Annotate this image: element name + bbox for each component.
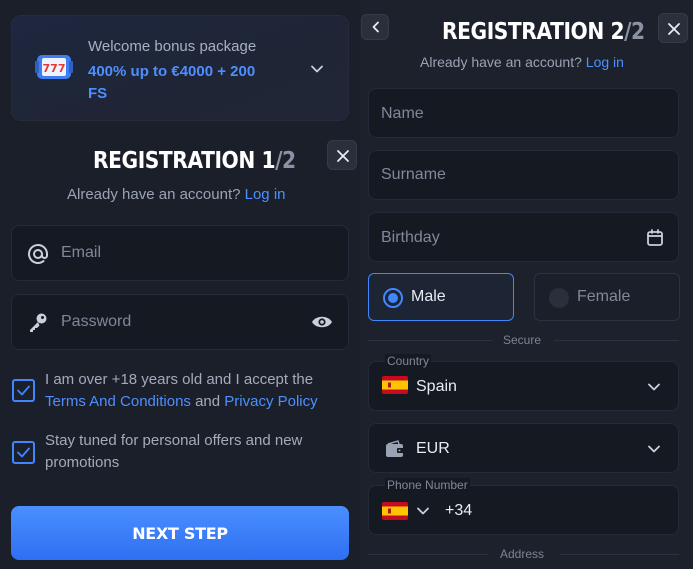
chevron-down-icon <box>647 380 661 394</box>
login-prompt-step-2: Already have an account? Log in <box>420 54 624 70</box>
birthday-field[interactable]: Birthday <box>368 212 679 262</box>
phone-code: +34 <box>445 502 473 519</box>
password-field[interactable]: Password <box>11 294 349 350</box>
bonus-amount: 400% up to €4000 + 200 FS <box>88 63 256 102</box>
gender-male-option[interactable]: Male <box>368 273 514 321</box>
close-icon <box>337 150 349 162</box>
login-link[interactable]: Log in <box>245 186 286 203</box>
divider-line <box>554 340 679 341</box>
email-placeholder: Email <box>61 244 102 261</box>
bonus-title: Welcome bonus package <box>88 38 257 55</box>
eye-icon[interactable] <box>311 313 333 331</box>
slot-777-icon: 777 <box>34 52 74 82</box>
phone-label: Phone Number <box>385 478 470 492</box>
spain-flag-icon <box>382 376 408 394</box>
age-terms-text: I am over +18 years old and I accept the… <box>45 369 350 413</box>
login-prompt-step-1: Already have an account? Log in <box>67 186 286 203</box>
email-field[interactable]: Email <box>11 225 349 281</box>
divider-line <box>368 554 488 555</box>
login-link[interactable]: Log in <box>586 54 624 70</box>
password-placeholder: Password <box>61 313 132 330</box>
step-total: 2 <box>631 19 645 45</box>
close-button-step-1[interactable] <box>327 140 357 170</box>
check-icon <box>17 447 30 458</box>
secure-divider-label: Secure <box>503 333 542 347</box>
spain-flag-icon[interactable] <box>382 502 408 520</box>
age-text: I am over +18 years old and I accept the <box>45 371 314 388</box>
title-word: REGISTRATION <box>442 19 604 45</box>
name-field[interactable]: Name <box>368 88 679 138</box>
step-separator: / <box>624 19 632 45</box>
key-icon <box>27 311 49 333</box>
surname-placeholder: Surname <box>381 166 446 183</box>
name-placeholder: Name <box>381 105 424 122</box>
step-number: 2 <box>610 19 625 45</box>
have-account-text: Already have an account? <box>420 54 582 70</box>
chevron-left-icon <box>372 21 379 33</box>
gender-female-label: Female <box>577 288 631 305</box>
country-label: Country <box>385 354 432 368</box>
radio-female-circle <box>549 288 569 308</box>
address-divider-label: Address <box>500 547 545 561</box>
privacy-link[interactable]: Privacy Policy <box>224 393 317 410</box>
country-value: Spain <box>416 378 457 395</box>
close-button-step-2[interactable] <box>658 13 688 43</box>
at-icon <box>27 243 49 265</box>
birthday-placeholder: Birthday <box>381 229 440 246</box>
registration-title-step-2: REGISTRATION 2/2 <box>442 19 645 45</box>
registration-step-1-panel: 777 Welcome bonus package 400% up to €40… <box>0 0 360 569</box>
gender-male-label: Male <box>411 288 446 305</box>
terms-link[interactable]: Terms And Conditions <box>45 393 191 410</box>
welcome-bonus-card[interactable]: 777 Welcome bonus package 400% up to €40… <box>11 15 349 121</box>
currency-select[interactable]: EUR <box>368 423 679 473</box>
calendar-icon[interactable] <box>646 229 664 247</box>
wallet-icon <box>385 440 405 458</box>
offers-checkbox[interactable] <box>12 441 35 464</box>
age-terms-checkbox[interactable] <box>12 379 35 402</box>
close-icon <box>668 23 680 35</box>
surname-field[interactable]: Surname <box>368 150 679 200</box>
divider-line <box>368 340 492 341</box>
registration-title-step-1: REGISTRATION 1/2 <box>93 148 296 174</box>
check-icon <box>17 385 30 396</box>
title-word: REGISTRATION <box>93 148 255 174</box>
chevron-down-icon[interactable] <box>310 62 324 76</box>
phone-field[interactable]: Phone Number +34 <box>368 478 679 535</box>
offers-text: Stay tuned for personal offers and new p… <box>45 432 303 471</box>
back-button[interactable] <box>361 14 389 40</box>
chevron-down-icon <box>647 442 661 456</box>
currency-value: EUR <box>416 440 450 457</box>
country-select[interactable]: Country Spain <box>368 354 679 411</box>
radio-male-circle <box>383 288 403 308</box>
divider-line <box>560 554 679 555</box>
step-total: 2 <box>282 148 296 174</box>
chevron-down-icon[interactable] <box>416 504 430 518</box>
step-number: 1 <box>261 148 276 174</box>
step-separator: / <box>275 148 283 174</box>
svg-text:777: 777 <box>43 62 66 75</box>
and-text: and <box>195 393 221 410</box>
next-step-button[interactable]: NEXT STEP <box>11 506 349 560</box>
gender-female-option[interactable]: Female <box>534 273 680 321</box>
have-account-text: Already have an account? <box>67 186 241 203</box>
